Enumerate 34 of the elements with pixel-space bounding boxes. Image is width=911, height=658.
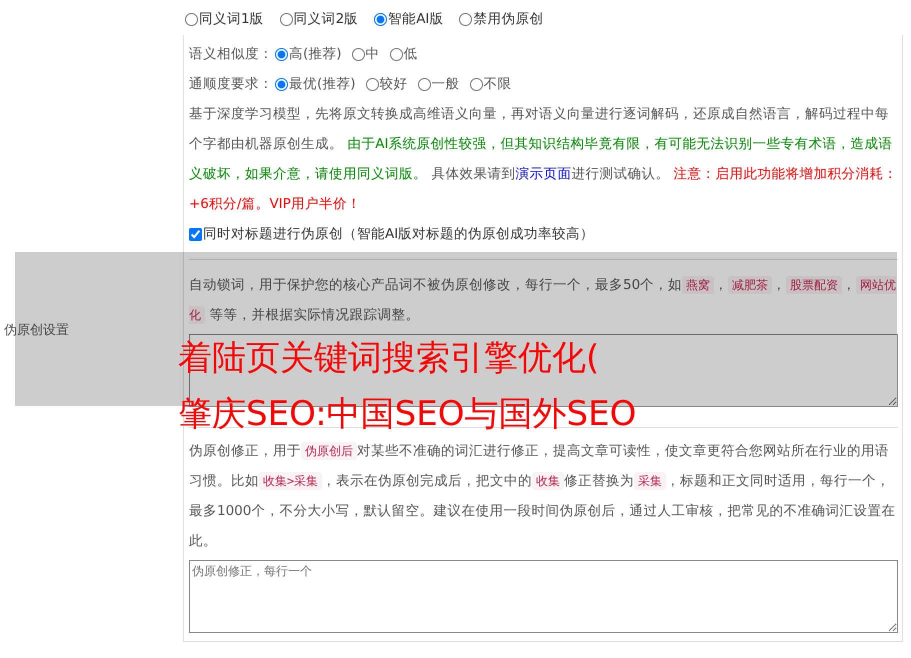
- corrections-description: 伪原创修正，用于 伪原创后 对某些不准确的词汇进行修正，提高文章可读性，使文章更符合您网站所在行业的用语习惯。比如 收集>采集 ，表示在伪原创完成后，把文中的 收集 修正替换为 采集 ，标题和正文同时适用，每行一个，最多1000个，不分大小写，默认留空。建议在使用一段时间伪原创后，通过人工审核，把常见的不准确词汇设置在此。: [189, 441, 896, 551]
- overlay-title: 着陆页关键词搜索引擎优化(: [178, 338, 600, 378]
- checkbox[interactable]: [189, 228, 202, 240]
- radio-button[interactable]: [366, 78, 379, 90]
- radio-button[interactable]: [470, 78, 483, 90]
- radio-button[interactable]: [374, 12, 388, 26]
- radio-button[interactable]: [275, 78, 288, 90]
- demo-page-link[interactable]: 演示页面: [515, 166, 572, 182]
- similarity-label: 语义相似度：: [189, 45, 273, 63]
- lock-words-description: 自动锁词，用于保护您的核心产品词不被伪原创修改，每行一个，最多50个，如 燕窝 ， 减肥茶 ， 股票配资 ， 网站优化 等等，并根据实际情况跟踪调整。: [189, 275, 898, 326]
- fluency-option-label: 不限: [484, 75, 512, 93]
- fluency-option-label: 一般: [432, 75, 460, 93]
- radio-button[interactable]: [352, 48, 365, 60]
- radio-button[interactable]: [275, 48, 288, 60]
- radio-button[interactable]: [390, 48, 403, 60]
- radio-button[interactable]: [459, 12, 472, 26]
- overlay-title: 肇庆SEO:中国SEO与国外SEO: [178, 394, 636, 434]
- mode-option-label: 同义词1版: [199, 10, 264, 28]
- mode-option-label: 禁用伪原创: [473, 10, 544, 28]
- title-rewrite-label: 同时对标题进行伪原创（智能AI版对标题的伪原创成功率较高）: [203, 225, 594, 243]
- mode-option-label: 同义词2版: [294, 10, 358, 28]
- mode-option-label: 智能AI版: [388, 10, 444, 28]
- fluency-option-label: 较好: [380, 75, 408, 93]
- radio-button[interactable]: [418, 78, 431, 90]
- similarity-option-label: 高(推荐): [289, 45, 342, 63]
- radio-button[interactable]: [185, 12, 198, 26]
- settings-label: 伪原创设置: [4, 322, 69, 339]
- fluency-label: 通顺度要求：: [189, 75, 273, 93]
- similarity-option-label: 中: [366, 45, 380, 63]
- ai-description: 基于深度学习模型，先将原文转换成高维语义向量，再对语义向量进行逐词解码，还原成自然语言，解码过程中每个字都由机器原创生成。 由于AI系统原创性较强，但其知识结构毕竟有限，有可能无法识别一些专有术语，造成语义破坏，如果介意，请使用同义词版。 具体效果请到演示页面进行测试确认。 注意：启用此功能将增加积分消耗：+6积分/篇。VIP用户半价！: [189, 105, 898, 214]
- corrections-field[interactable]: 伪原创修正，每行一个: [189, 560, 898, 633]
- fluency-option-label: 最优(推荐): [289, 75, 356, 93]
- similarity-option-label: 低: [404, 45, 418, 63]
- radio-button[interactable]: [280, 12, 293, 26]
